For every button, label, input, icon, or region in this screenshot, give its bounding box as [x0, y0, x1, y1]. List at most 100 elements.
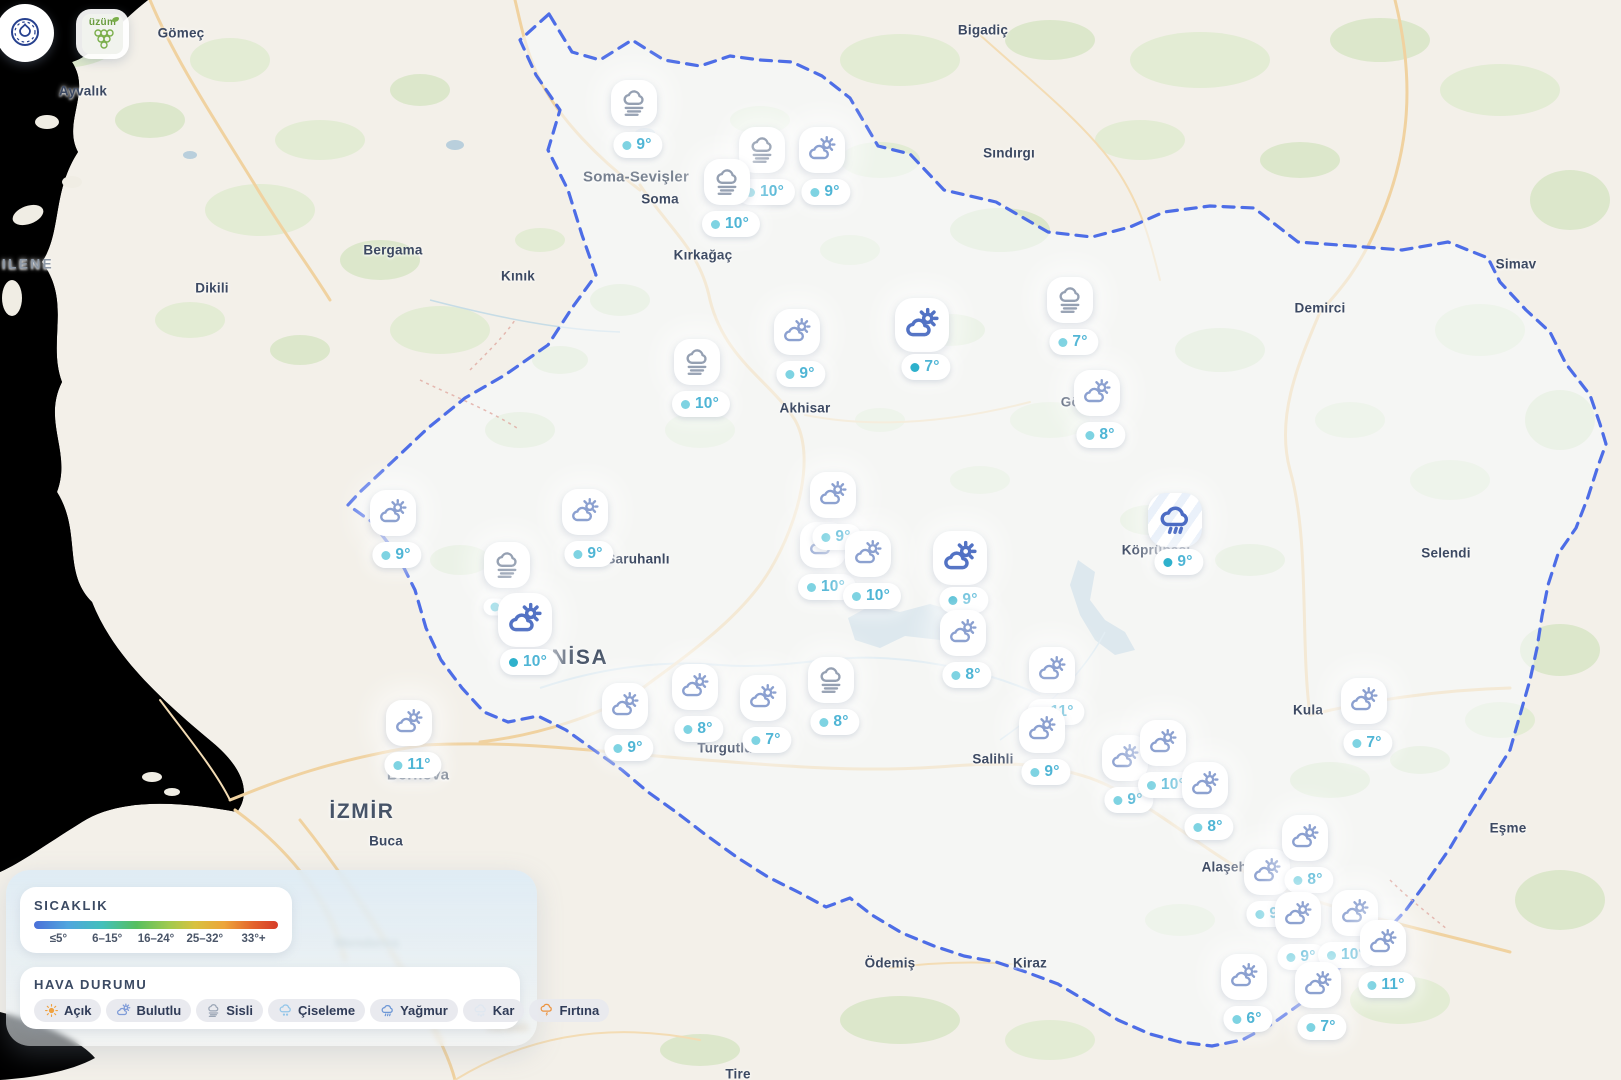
temperature-badge[interactable]: 8°: [1184, 814, 1233, 840]
weather-marker-cloud-sun[interactable]: [1221, 954, 1267, 1000]
temperature-badge[interactable]: 9°: [613, 132, 662, 158]
temperature-value: 9°: [395, 546, 410, 564]
temperature-badge[interactable]: 10°: [672, 391, 730, 417]
temperature-badge[interactable]: 9°: [604, 735, 653, 761]
weather-marker-cloud-sun[interactable]: [498, 593, 552, 647]
temperature-badge[interactable]: 10°: [843, 583, 901, 609]
fog-icon: [682, 347, 712, 377]
temperature-badge[interactable]: 9°: [1154, 549, 1203, 575]
weather-marker-cloud-sun[interactable]: [1182, 762, 1228, 808]
uzum-logo-button[interactable]: üzüm: [76, 9, 129, 59]
fog-icon: [747, 135, 777, 165]
weather-filter-sisli[interactable]: Sisli: [196, 999, 263, 1022]
temperature-badge[interactable]: 9°: [564, 541, 613, 567]
weather-marker-cloud-sun[interactable]: [1295, 962, 1341, 1008]
temperature-value: 6°: [1246, 1010, 1261, 1028]
weather-marker-cloud-sun[interactable]: [774, 309, 820, 355]
weather-marker-cloud-sun[interactable]: [845, 531, 891, 577]
temperature-badge[interactable]: 8°: [1284, 867, 1333, 893]
weather-marker-cloud-sun[interactable]: [1282, 815, 1328, 861]
cloud-sun-icon: [1037, 655, 1067, 685]
temperature-dot-icon: [622, 141, 631, 150]
temperature-badge[interactable]: 7°: [1343, 730, 1392, 756]
weather-filter-iseleme[interactable]: Çiseleme: [268, 999, 365, 1022]
weather-marker-cloud-sun[interactable]: [940, 610, 986, 656]
temperature-badge[interactable]: 10°: [702, 211, 760, 237]
temperature-badge[interactable]: 7°: [742, 727, 791, 753]
cloud-sun-icon: [680, 672, 710, 702]
weather-marker-cloud-sun[interactable]: [1275, 892, 1321, 938]
weather-marker-cloud-sun[interactable]: [1074, 370, 1120, 416]
cloud-sun-icon: [1283, 900, 1313, 930]
weather-marker-cloud-sun[interactable]: [602, 683, 648, 729]
weather-marker-fog[interactable]: [484, 542, 530, 588]
weather-marker-cloud-sun[interactable]: [1140, 720, 1186, 766]
temperature-dot-icon: [393, 761, 402, 770]
temperature-badge[interactable]: 11°: [1358, 972, 1415, 998]
temperature-value: 10°: [725, 215, 749, 233]
temperature-value: 8°: [697, 720, 712, 738]
temperature-badge[interactable]: 8°: [942, 662, 991, 688]
weather-marker-cloud-sun[interactable]: [370, 490, 416, 536]
weather-marker-cloud-sun[interactable]: [672, 664, 718, 710]
weather-marker-cloud-sun[interactable]: [740, 675, 786, 721]
temperature-dot-icon: [1352, 739, 1361, 748]
cloud-sun-icon: [818, 480, 848, 510]
temperature-value: 7°: [1320, 1018, 1335, 1036]
storm-icon: [539, 1003, 554, 1018]
snow-icon: [473, 1003, 488, 1018]
weather-marker-fog[interactable]: [704, 159, 750, 205]
temperature-badge[interactable]: 9°: [1021, 759, 1070, 785]
temperature-scale-label: ≤5°: [34, 933, 83, 945]
weather-marker-fog[interactable]: [808, 657, 854, 703]
weather-marker-fog[interactable]: [674, 339, 720, 385]
weather-marker-cloud-sun[interactable]: [562, 489, 608, 535]
temperature-badge[interactable]: 11°: [384, 752, 441, 778]
weather-filter-ya-mur[interactable]: Yağmur: [370, 999, 458, 1022]
weather-filter-bulutlu[interactable]: Bulutlu: [106, 999, 191, 1022]
cloud-sun-icon: [1290, 823, 1320, 853]
temperature-badge[interactable]: 10°: [500, 649, 558, 675]
weather-marker-cloud-sun[interactable]: [810, 472, 856, 518]
weather-marker-cloud-sun[interactable]: [1019, 707, 1065, 753]
temperature-scale-label: 6–15°: [83, 933, 132, 945]
cloud-sun-icon: [782, 317, 812, 347]
weather-filter-kar[interactable]: Kar: [463, 999, 525, 1022]
temperature-dot-icon: [951, 671, 960, 680]
weather-marker-fog[interactable]: [611, 80, 657, 126]
weather-marker-rain[interactable]: [1148, 493, 1202, 547]
weather-marker-cloud-sun[interactable]: [799, 127, 845, 173]
cloud-sun-icon: [1252, 857, 1282, 887]
temperature-value: 9°: [1177, 553, 1192, 571]
rain-icon: [380, 1003, 395, 1018]
weather-marker-fog[interactable]: [1047, 277, 1093, 323]
temperature-badge[interactable]: 9°: [372, 542, 421, 568]
temperature-badge[interactable]: 8°: [1076, 422, 1125, 448]
cloud-sun-icon: [1229, 962, 1259, 992]
drizzle-icon: [278, 1003, 293, 1018]
weather-marker-cloud-sun[interactable]: [933, 531, 987, 585]
temperature-badge[interactable]: 8°: [810, 709, 859, 735]
weather-filter-card: HAVA DURUMU Açık Bulutlu SisliÇiseleme Y…: [20, 967, 520, 1029]
cloud-sun-icon: [942, 540, 978, 576]
weather-marker-cloud-sun[interactable]: [386, 700, 432, 746]
weather-marker-cloud-sun[interactable]: [895, 298, 949, 352]
meteorology-logo-icon: [10, 17, 40, 50]
temperature-badge[interactable]: 9°: [776, 361, 825, 387]
weather-marker-cloud-sun[interactable]: [1360, 920, 1406, 966]
temperature-value: 8°: [1207, 818, 1222, 836]
temperature-badge[interactable]: 8°: [674, 716, 723, 742]
weather-filter-f-rt-na[interactable]: Fırtına: [529, 999, 609, 1022]
weather-marker-cloud-sun[interactable]: [1029, 647, 1075, 693]
weather-filter-a-k[interactable]: Açık: [34, 999, 101, 1022]
temperature-badge[interactable]: 9°: [801, 179, 850, 205]
temperature-badge[interactable]: 7°: [1297, 1014, 1346, 1040]
temperature-badge[interactable]: 7°: [901, 354, 950, 380]
weather-marker-cloud-sun[interactable]: [1244, 849, 1290, 895]
temperature-badge[interactable]: 6°: [1223, 1006, 1272, 1032]
weather-marker-cloud-sun[interactable]: [1341, 678, 1387, 724]
temperature-dot-icon: [1367, 981, 1376, 990]
cloud-sun-icon: [507, 602, 543, 638]
leaf-icon: [112, 17, 119, 22]
temperature-badge[interactable]: 7°: [1049, 329, 1098, 355]
